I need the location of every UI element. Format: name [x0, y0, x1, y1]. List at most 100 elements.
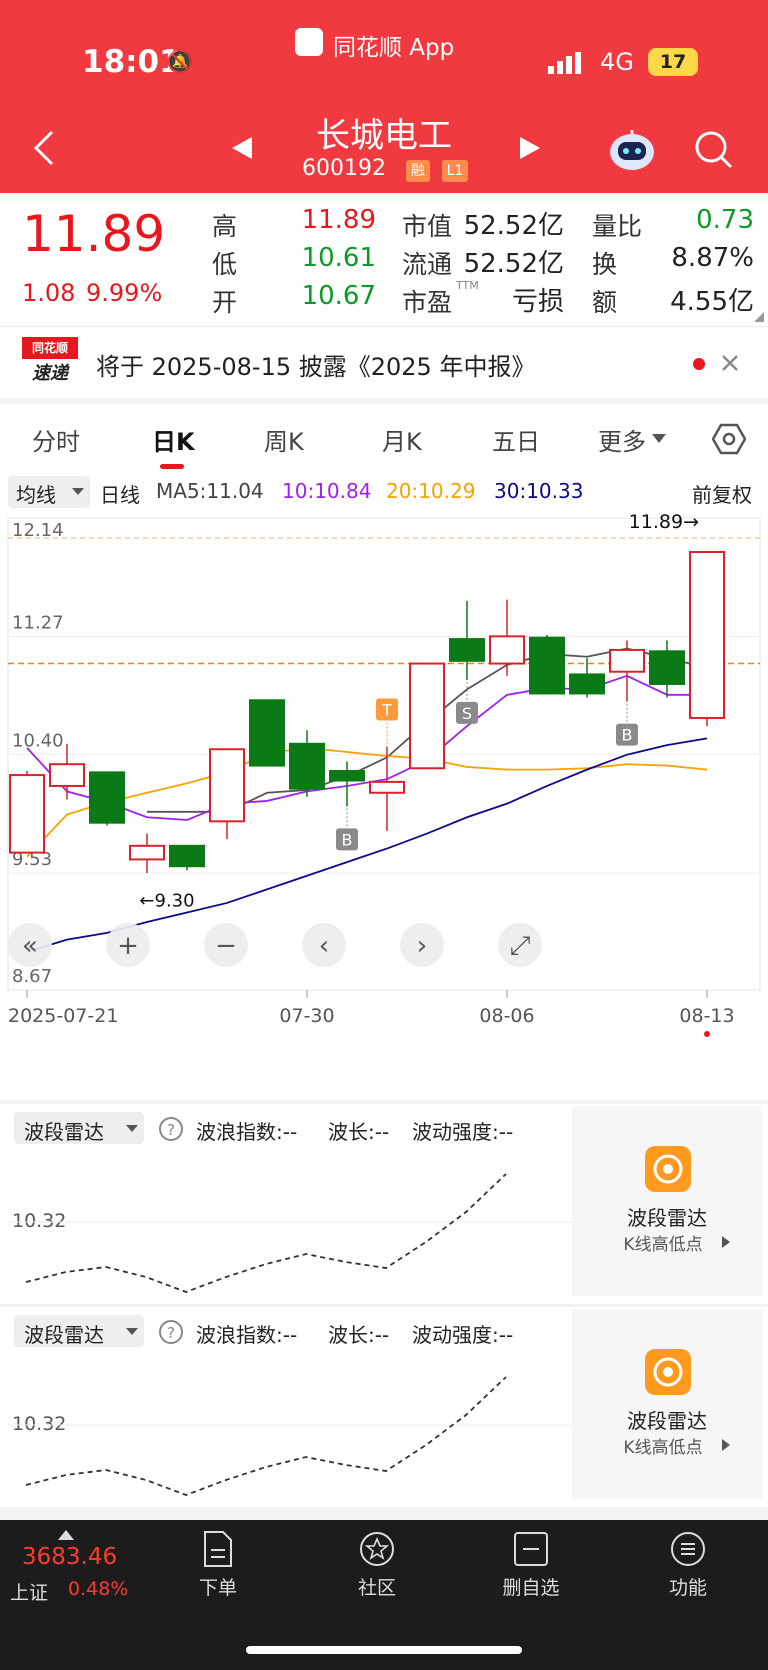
x-tick-label: 08-13 [679, 1005, 734, 1027]
mute-icon: 🔕 [166, 50, 194, 75]
tab-monthly-k[interactable]: 月K [382, 422, 422, 457]
candle-body [9, 774, 45, 854]
radar-card[interactable]: 波段雷达 K线高低点 [572, 1309, 762, 1499]
news-bar[interactable]: 同花顺 速递 将于 2025-08-15 披露《2025 年中报》 [0, 326, 768, 398]
zoom-reset-button-icon: « [22, 931, 38, 961]
turnover-value: 8.87% [671, 243, 754, 273]
mcap-value: 52.52亿 [463, 211, 564, 241]
menu-icon [671, 1532, 705, 1566]
candle-body [569, 673, 605, 695]
y-tick-label: 8.67 [12, 966, 52, 987]
nav-community-label: 社区 [357, 1577, 396, 1599]
tab-five-day[interactable]: 五日 [492, 422, 540, 457]
plot-frame [7, 517, 761, 991]
nav-remove-label: 删自选 [502, 1577, 560, 1599]
candle-body [89, 771, 125, 824]
pan-left-button-icon: ‹ [319, 931, 329, 961]
wave-radar-panel-1: 波段雷达 ? 波浪指数:-- 波长:-- 波动强度:-- 10.32 波段雷达 … [0, 1104, 768, 1304]
low-value: 10.61 [301, 243, 376, 273]
news-text: 将于 2025-08-15 披露《2025 年中报》 [96, 353, 536, 381]
candle-body [129, 844, 165, 861]
wave-length: 波长:-- [328, 1120, 390, 1144]
chevron-down-icon [72, 488, 84, 495]
svg-text:?: ? [167, 1324, 175, 1342]
amount-label: 额 [592, 288, 618, 317]
chevron-down-icon [126, 1125, 138, 1132]
robot-icon[interactable] [608, 128, 656, 172]
community-icon [360, 1532, 394, 1566]
radar-card[interactable]: 波段雷达 K线高低点 [572, 1106, 762, 1296]
kline-chart[interactable]: 12.1411.2710.409.538.67BT SB11.89→←9.3020… [0, 510, 768, 1100]
nav-order-label: 下单 [198, 1577, 237, 1599]
tab-intraday[interactable]: 分时 [32, 422, 80, 457]
ma-selector[interactable]: 均线 [8, 476, 90, 508]
candle-body [409, 662, 445, 770]
help-icon[interactable]: ? [158, 1116, 184, 1142]
nav-community[interactable]: 社区 [332, 1530, 422, 1600]
ma-line-ma10 [26, 674, 707, 821]
ma5-value: MA5:11.04 [156, 479, 264, 503]
candle-body [249, 699, 285, 767]
adjust-mode[interactable]: 前复权 [692, 479, 752, 508]
nav-functions[interactable]: 功能 [643, 1530, 733, 1600]
more-dropdown-icon [652, 434, 666, 443]
ma30-value: 30:10.33 [494, 479, 584, 503]
radar-card-title: 波段雷达 [627, 1409, 707, 1433]
price-change: 1.08 [22, 279, 76, 307]
tab-weekly-k[interactable]: 周K [264, 422, 304, 457]
expand-corner-icon[interactable] [754, 312, 764, 322]
close-icon[interactable] [720, 353, 740, 373]
search-icon[interactable] [694, 130, 734, 170]
radar-chart [6, 1376, 576, 1496]
index-value: 3683.46 [22, 1544, 118, 1570]
last-price-label: 11.89→ [629, 511, 699, 533]
x-tick-label: 2025-07-21 [8, 1005, 118, 1027]
index-ticker[interactable]: 3683.46 上证 0.48% [0, 1520, 140, 1610]
radar-chart [6, 1173, 576, 1293]
help-icon[interactable]: ? [158, 1319, 184, 1345]
amount-value: 4.55亿 [670, 287, 754, 317]
candle-body [689, 551, 725, 719]
index-name: 上证 [10, 1582, 49, 1604]
radar-selector[interactable]: 波段雷达 [14, 1315, 144, 1347]
radar-selector[interactable]: 波段雷达 [14, 1112, 144, 1144]
nav-order[interactable]: 下单 [173, 1530, 263, 1600]
float-value: 52.52亿 [463, 249, 564, 279]
fullscreen-button-icon: ⤢ [510, 931, 531, 961]
candle-body [369, 780, 405, 794]
high-value: 11.89 [301, 205, 376, 235]
pe-ttm: TTM [456, 279, 479, 292]
signal-label: T [381, 701, 392, 720]
quote-panel: 11.89 1.08 9.99% 高 低 开 11.89 10.61 10.67… [0, 193, 768, 326]
news-logo-top: 同花顺 [22, 337, 78, 359]
signal-icon [548, 52, 581, 74]
period-tabs: 分时 日K 周K 月K 五日 更多 [0, 404, 768, 470]
next-stock-icon[interactable] [518, 135, 542, 161]
zoom-out-button-icon: − [215, 931, 237, 961]
open-label: 开 [212, 288, 238, 317]
tab-more[interactable]: 更多 [598, 422, 646, 457]
period-label: 日线 [100, 483, 140, 507]
price-change-pct: 9.99% [86, 279, 163, 307]
wave-strength: 波动强度:-- [412, 1120, 514, 1144]
level-badge: L1 [442, 160, 468, 182]
app-logo-icon [295, 28, 323, 56]
wave-strength: 波动强度:-- [412, 1323, 514, 1347]
candle-body [329, 770, 365, 782]
unread-dot [693, 358, 705, 370]
kline-chart-panel: 均线 日线 MA5:11.04 10:10.84 20:10.29 30:10.… [0, 470, 768, 1100]
settings-icon[interactable] [712, 422, 746, 456]
current-date-dot [704, 1031, 710, 1037]
pan-right-button-icon: › [417, 931, 427, 961]
order-icon [204, 1531, 232, 1567]
remove-watchlist-icon [514, 1532, 548, 1566]
home-indicator [246, 1646, 522, 1654]
status-app: 同花顺 App [333, 35, 455, 61]
tab-daily-k[interactable]: 日K [152, 422, 195, 457]
network-type: 4G [600, 48, 634, 76]
battery-level: 17 [659, 51, 687, 73]
nav-remove-watchlist[interactable]: 删自选 [486, 1530, 576, 1600]
mcap-label: 市值 [402, 212, 453, 241]
index-pct: 0.48% [68, 1578, 129, 1600]
radar-selector-label: 波段雷达 [24, 1120, 104, 1144]
